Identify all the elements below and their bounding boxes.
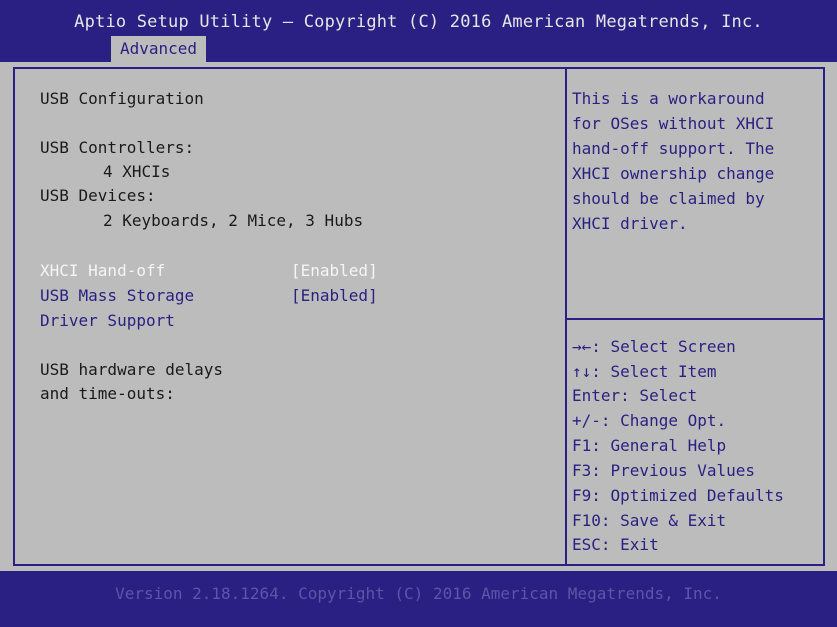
key-f10: F10: Save & Exit	[572, 511, 727, 530]
usb-controllers-label: USB Controllers:	[40, 138, 195, 157]
key-select-item: ↑↓: Select Item	[572, 362, 717, 381]
xhci-handoff-label[interactable]: XHCI Hand-off	[40, 261, 165, 281]
help-line-4: XHCI ownership change	[572, 164, 775, 183]
help-line-1: This is a workaround	[572, 89, 765, 108]
usb-delays-label: USB hardware delays	[40, 360, 224, 379]
section-title: USB Configuration	[40, 89, 204, 108]
help-line-3: hand-off support. The	[572, 139, 775, 158]
usb-mass-storage-label-line2[interactable]: Driver Support	[40, 311, 175, 331]
usb-mass-storage-value[interactable]: [Enabled]	[291, 286, 378, 306]
usb-devices-value: 2 Keyboards, 2 Mice, 3 Hubs	[103, 211, 364, 230]
header-bar: Aptio Setup Utility – Copyright (C) 2016…	[0, 0, 837, 62]
key-esc: ESC: Exit	[572, 535, 659, 554]
xhci-handoff-value[interactable]: [Enabled]	[291, 261, 378, 281]
key-f9: F9: Optimized Defaults	[572, 486, 784, 505]
bios-setup-screen: Aptio Setup Utility – Copyright (C) 2016…	[0, 0, 837, 627]
key-f3: F3: Previous Values	[572, 461, 756, 480]
header-title: Aptio Setup Utility – Copyright (C) 2016…	[74, 12, 763, 32]
usb-controllers-value: 4 XHCIs	[103, 162, 171, 181]
help-divider	[567, 318, 825, 320]
key-change-opt: +/-: Change Opt.	[572, 411, 727, 430]
key-enter: Enter: Select	[572, 386, 698, 405]
key-select-screen: →←: Select Screen	[572, 337, 736, 356]
footer-version: Version 2.18.1264. Copyright (C) 2016 Am…	[115, 584, 722, 603]
usb-devices-label: USB Devices:	[40, 186, 156, 205]
help-line-2: for OSes without XHCI	[572, 114, 775, 133]
usb-delays-label-line2: and time-outs:	[40, 384, 175, 403]
vertical-divider	[565, 67, 567, 566]
usb-mass-storage-label[interactable]: USB Mass Storage	[40, 286, 194, 306]
tab-advanced[interactable]: Advanced	[111, 36, 207, 62]
help-line-5: should be claimed by	[572, 189, 765, 208]
help-line-6: XHCI driver.	[572, 214, 688, 233]
footer-bar: Version 2.18.1264. Copyright (C) 2016 Am…	[0, 571, 837, 627]
key-f1: F1: General Help	[572, 436, 727, 455]
